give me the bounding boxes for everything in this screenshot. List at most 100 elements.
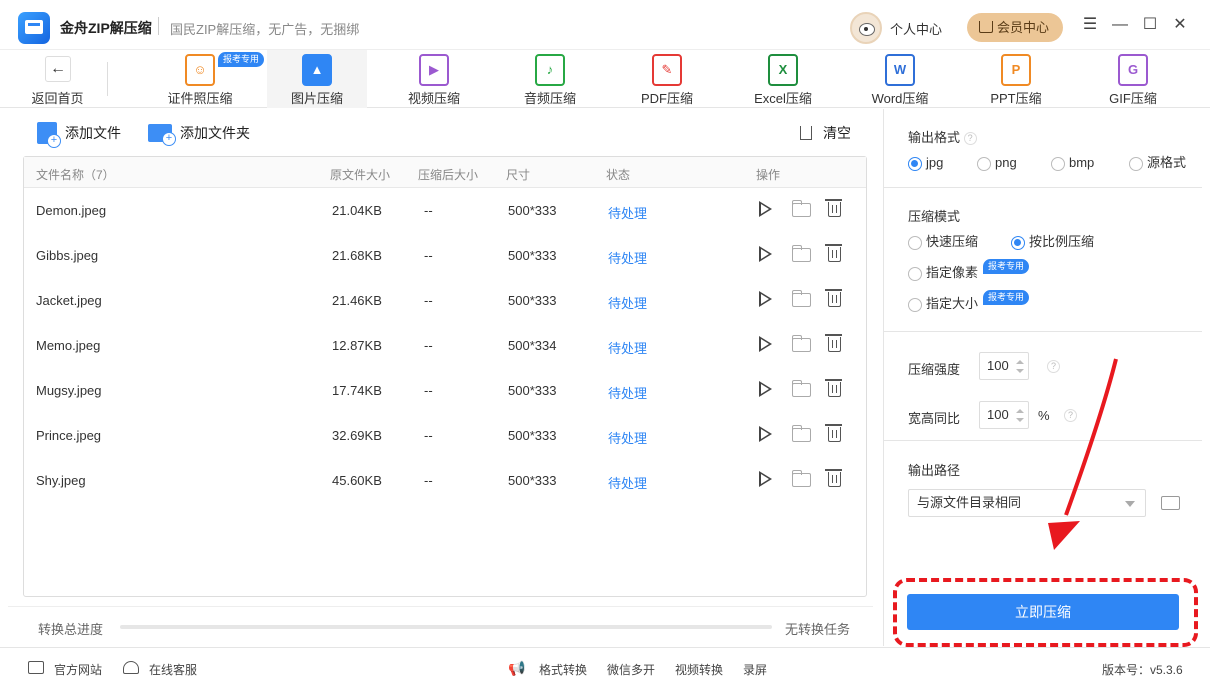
output-format-section: 输出格式 ? jpg png bmp 源格式 xyxy=(884,109,1202,188)
format-radio-bmp[interactable]: bmp xyxy=(1051,155,1094,171)
play-icon[interactable] xyxy=(759,246,772,262)
tab-label: GIF压缩 xyxy=(1109,91,1157,106)
trash-icon[interactable] xyxy=(825,379,842,397)
trash-icon[interactable] xyxy=(825,334,842,352)
close-icon[interactable]: ✕ xyxy=(1169,14,1191,36)
tab-image[interactable]: ▲ 图片压缩 xyxy=(267,50,367,108)
orig-size-cell: 32.69KB xyxy=(332,428,382,443)
dims-cell: 500*333 xyxy=(508,473,557,488)
gif-icon: G xyxy=(1118,54,1148,86)
strength-stepper[interactable]: 100 xyxy=(979,352,1029,380)
table-row[interactable]: Demon.jpeg 21.04KB -- 500*333 待处理 xyxy=(24,188,866,233)
status-cell: 待处理 xyxy=(608,251,648,266)
play-icon[interactable] xyxy=(759,381,772,397)
table-row[interactable]: Memo.jpeg 12.87KB -- 500*334 待处理 xyxy=(24,323,866,368)
folder-icon[interactable] xyxy=(1161,496,1180,510)
back-arrow-icon: ← xyxy=(45,56,71,82)
trash-icon xyxy=(800,126,812,140)
after-size-cell: -- xyxy=(424,383,433,398)
after-size-cell: -- xyxy=(424,248,433,263)
add-file-button[interactable]: 添加文件 xyxy=(37,121,121,148)
back-home-button[interactable]: ← 返回首页 xyxy=(0,50,115,108)
table-row[interactable]: Gibbs.jpeg 21.68KB -- 500*333 待处理 xyxy=(24,233,866,278)
play-icon[interactable] xyxy=(759,201,772,217)
play-icon[interactable] xyxy=(759,291,772,307)
after-size-cell: -- xyxy=(424,293,433,308)
progress-track xyxy=(120,625,772,629)
format-radio-png[interactable]: png xyxy=(977,155,1017,171)
maximize-icon[interactable]: ☐ xyxy=(1139,14,1161,36)
aspect-label: 宽高同比 xyxy=(908,411,961,426)
online-support-link[interactable]: 在线客服 xyxy=(149,661,197,678)
headset-icon xyxy=(123,661,139,674)
record-screen-link[interactable]: 录屏 xyxy=(743,661,767,678)
folder-icon[interactable] xyxy=(792,335,811,352)
orig-size-cell: 21.46KB xyxy=(332,293,382,308)
compress-now-button[interactable]: 立即压缩 xyxy=(907,594,1179,630)
add-folder-button[interactable]: 添加文件夹 xyxy=(148,121,250,146)
play-icon[interactable] xyxy=(759,471,772,487)
mode-radio-pixel[interactable]: 指定像素 xyxy=(908,265,978,281)
menu-icon[interactable]: ☰ xyxy=(1079,14,1101,36)
col-status: 状态 xyxy=(606,168,631,182)
table-row[interactable]: Prince.jpeg 32.69KB -- 500*333 待处理 xyxy=(24,413,866,458)
dims-cell: 500*333 xyxy=(508,383,557,398)
word-icon: W xyxy=(885,54,915,86)
progress-status: 无转换任务 xyxy=(785,622,851,637)
format-radio-source[interactable]: 源格式 xyxy=(1129,155,1186,171)
official-website-link[interactable]: 官方网站 xyxy=(54,661,102,678)
tab-divider xyxy=(107,62,108,96)
folder-icon[interactable] xyxy=(792,245,811,262)
folder-icon[interactable] xyxy=(792,290,811,307)
trash-icon[interactable] xyxy=(825,469,842,487)
progress-label: 转换总进度 xyxy=(38,622,104,637)
vip-center-button[interactable]: 会员中心 xyxy=(967,13,1063,42)
video-convert-link[interactable]: 视频转换 xyxy=(675,661,723,678)
trash-icon[interactable] xyxy=(825,199,842,217)
avatar[interactable] xyxy=(850,12,882,44)
orig-size-cell: 21.04KB xyxy=(332,203,382,218)
mode-radio-fast[interactable]: 快速压缩 xyxy=(908,234,978,250)
table-row[interactable]: Jacket.jpeg 21.46KB -- 500*333 待处理 xyxy=(24,278,866,323)
tab-word[interactable]: W Word压缩 xyxy=(850,50,950,108)
file-name-cell: Gibbs.jpeg xyxy=(36,248,99,263)
minimize-icon[interactable]: — xyxy=(1109,14,1131,36)
progress-bar-area: 转换总进度 无转换任务 xyxy=(8,606,873,646)
folder-icon[interactable] xyxy=(792,470,811,487)
id-photo-icon: ☺ xyxy=(185,54,215,86)
folder-icon[interactable] xyxy=(792,425,811,442)
mode-radio-ratio[interactable]: 按比例压缩 xyxy=(1011,234,1094,250)
user-center-link[interactable]: 个人中心 xyxy=(890,19,942,38)
trash-icon[interactable] xyxy=(825,424,842,442)
tab-label: Excel压缩 xyxy=(754,91,812,106)
table-row[interactable]: Mugsy.jpeg 17.74KB -- 500*333 待处理 xyxy=(24,368,866,413)
add-file-label: 添加文件 xyxy=(65,125,121,141)
dims-cell: 500*333 xyxy=(508,248,557,263)
table-row[interactable]: Shy.jpeg 45.60KB -- 500*333 待处理 xyxy=(24,458,866,503)
tab-label: 图片压缩 xyxy=(290,91,343,106)
help-icon[interactable]: ? xyxy=(963,132,977,146)
tab-label: 音频压缩 xyxy=(523,91,576,106)
tab-ppt[interactable]: P PPT压缩 xyxy=(966,50,1066,108)
folder-icon[interactable] xyxy=(792,380,811,397)
col-name: 文件名称（7） xyxy=(36,168,115,182)
tab-video[interactable]: ▶ 视频压缩 xyxy=(384,50,484,108)
play-icon[interactable] xyxy=(759,336,772,352)
aspect-stepper[interactable]: 100 xyxy=(979,401,1029,429)
mode-radio-size[interactable]: 指定大小 xyxy=(908,296,978,312)
tab-audio[interactable]: ♪ 音频压缩 xyxy=(500,50,600,108)
after-size-cell: -- xyxy=(424,203,433,218)
trash-icon[interactable] xyxy=(825,289,842,307)
tab-id-photo[interactable]: ☺ 报考专用 证件照压缩 xyxy=(150,50,265,108)
folder-icon[interactable] xyxy=(792,200,811,217)
footer: 官方网站 在线客服 📢 格式转换 微信多开 视频转换 录屏 版本号：v5.3.6 xyxy=(0,647,1210,687)
tab-pdf[interactable]: ✎ PDF压缩 xyxy=(617,50,717,108)
tab-gif[interactable]: G GIF压缩 xyxy=(1083,50,1183,108)
wechat-multi-link[interactable]: 微信多开 xyxy=(607,661,655,678)
format-radio-jpg[interactable]: jpg xyxy=(908,155,943,171)
trash-icon[interactable] xyxy=(825,244,842,262)
clear-button[interactable]: 清空 xyxy=(798,121,851,145)
format-convert-link[interactable]: 格式转换 xyxy=(539,661,587,678)
play-icon[interactable] xyxy=(759,426,772,442)
tab-excel[interactable]: X Excel压缩 xyxy=(733,50,833,108)
